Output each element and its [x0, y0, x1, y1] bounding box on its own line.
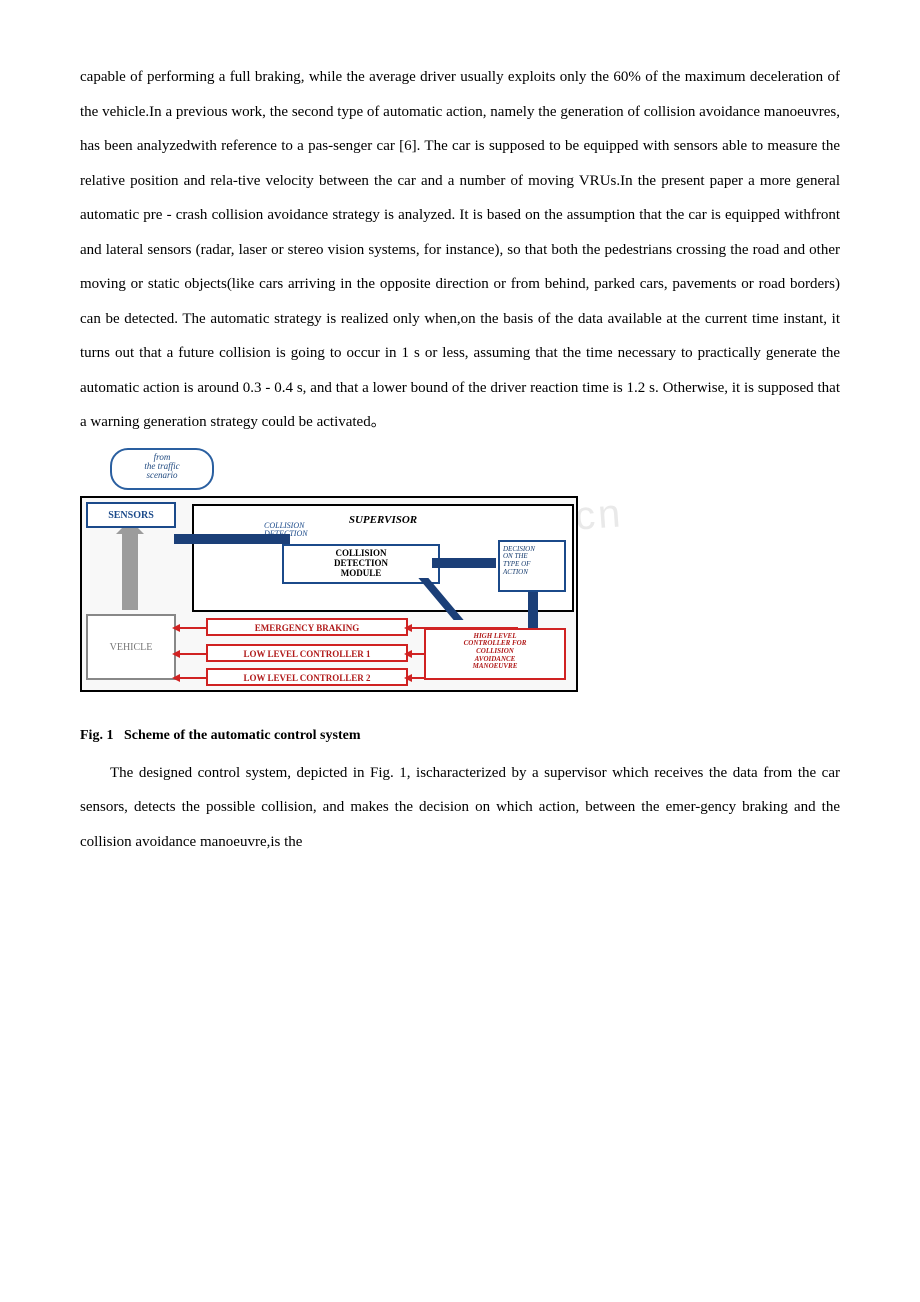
red-arrow-icon [180, 627, 206, 629]
emergency-braking-box: EMERGENCY BRAKING [206, 618, 408, 636]
figure-caption-text: Scheme of the automatic control system [124, 728, 361, 743]
body-paragraph-1: capable of performing a full braking, wh… [80, 60, 840, 440]
connector-icon [432, 558, 496, 568]
high-level-controller-box: HIGH LEVEL CONTROLLER FOR COLLISION AVOI… [424, 628, 566, 680]
figure-label: Fig. 1 [80, 728, 113, 743]
figure-caption: Fig. 1 Scheme of the automatic control s… [80, 720, 840, 752]
vehicle-to-sensors-arrow [122, 532, 138, 610]
red-arrow-icon [180, 677, 206, 679]
cdm-box: COLLISION DETECTION MODULE [282, 544, 440, 584]
supervisor-box: SUPERVISOR COLLISION DETECTION UNIT COLL… [192, 504, 574, 612]
figure-1: from the traffic scenario ↓↓↓ SENSORS SU… [80, 454, 840, 752]
supervisor-label: SUPERVISOR [194, 508, 572, 533]
red-arrow-icon [412, 627, 518, 629]
low-level-controller-1-box: LOW LEVEL CONTROLLER 1 [206, 644, 408, 662]
body-paragraph-2: The designed control system, depicted in… [80, 756, 840, 860]
connector-icon [528, 592, 538, 628]
connector-icon [174, 534, 290, 544]
red-arrow-icon [412, 677, 424, 679]
figure-diagram: from the traffic scenario ↓↓↓ SENSORS SU… [80, 454, 580, 714]
decision-box: DECISION ON THE TYPE OF ACTION [498, 540, 566, 592]
red-arrow-icon [412, 653, 424, 655]
scenario-label: from the traffic scenario [110, 448, 214, 490]
red-arrow-icon [180, 653, 206, 655]
sensors-box: SENSORS [86, 502, 176, 528]
low-level-controller-2-box: LOW LEVEL CONTROLLER 2 [206, 668, 408, 686]
vehicle-box: VEHICLE [86, 614, 176, 680]
